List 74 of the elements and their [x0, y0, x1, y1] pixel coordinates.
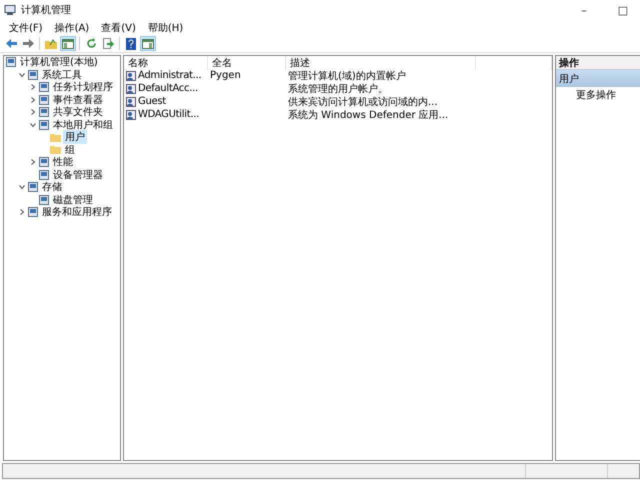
folder-icon	[50, 145, 61, 154]
column-header[interactable]: 描述	[286, 56, 476, 70]
chevron-icon[interactable]	[30, 84, 36, 90]
refresh-icon	[86, 38, 96, 49]
table-cell-text: 系统为 Windows Defender 应用...	[288, 108, 448, 122]
table-cell[interactable]: Administrat...	[138, 70, 202, 81]
toolbar-button[interactable]	[140, 36, 156, 51]
table-cell: Pygen	[210, 70, 241, 81]
window-control[interactable]: –	[567, 4, 601, 16]
folder-icon	[50, 132, 61, 142]
node-icon	[28, 70, 38, 80]
folder-icon	[45, 38, 57, 48]
forward-icon	[22, 39, 34, 48]
chevron-icon[interactable]	[30, 109, 36, 116]
tree-item[interactable]: 用户	[63, 130, 87, 144]
back-icon	[6, 39, 16, 48]
tree-item[interactable]: 本地用户和组	[51, 118, 115, 132]
column-header[interactable]: 全名	[208, 56, 286, 70]
toolbar-button[interactable]	[100, 36, 116, 51]
tree-item[interactable]: 服务和应用程序	[40, 205, 114, 220]
tree-item[interactable]: 性能	[51, 155, 75, 170]
node-icon	[28, 207, 38, 218]
actions-section[interactable]: 用户	[556, 70, 640, 87]
node-icon	[39, 157, 49, 168]
table-cell[interactable]: WDAGUtilit...	[138, 109, 199, 120]
chevron-icon[interactable]	[18, 184, 24, 190]
node-icon	[6, 57, 16, 68]
chevron-icon[interactable]	[30, 159, 36, 166]
column-header[interactable]: 名称	[124, 56, 208, 70]
action-pane-icon	[142, 38, 154, 48]
table-cell-text: 供来宾访问计算机或访问域的内...	[288, 96, 438, 108]
menu-item[interactable]: 文件(F)	[4, 20, 48, 34]
window-title: 计算机管理	[21, 4, 72, 17]
user-icon	[126, 110, 136, 120]
node-icon	[39, 170, 49, 180]
chevron-icon[interactable]	[30, 96, 36, 103]
chevron-icon[interactable]	[18, 209, 24, 216]
user-icon	[126, 70, 136, 80]
tree-item[interactable]: 任务计划程序	[51, 80, 115, 94]
tree-item[interactable]: 存储	[40, 180, 64, 194]
tree-item[interactable]: 计算机管理(本地)	[18, 56, 100, 70]
user-icon	[126, 84, 136, 94]
node-icon	[39, 120, 49, 130]
node-icon	[39, 194, 49, 205]
tree-item[interactable]: 系统工具	[40, 68, 84, 82]
tree-pane-icon	[62, 38, 74, 48]
node-icon	[39, 94, 49, 105]
tree-item[interactable]: 磁盘管理	[51, 192, 95, 207]
chevron-icon[interactable]	[18, 72, 24, 78]
table-cell[interactable]: DefaultAcc...	[138, 83, 198, 94]
help-icon	[126, 38, 136, 50]
table-cell-text: 管理计算机(域)的内置帐户	[288, 70, 406, 82]
node-icon	[39, 107, 49, 118]
action-link[interactable]: 更多操作	[556, 87, 640, 102]
table-cell[interactable]: Guest	[138, 96, 166, 107]
window-control[interactable]: □	[606, 4, 640, 16]
user-icon	[126, 96, 136, 106]
toolbar-button[interactable]	[60, 36, 76, 51]
node-icon	[39, 82, 49, 92]
menu-item[interactable]: 帮助(H)	[142, 20, 188, 34]
menu-item[interactable]: 操作(A)	[50, 20, 94, 34]
table-cell-text: 系统管理的用户帐户。	[288, 82, 388, 96]
app-icon	[4, 4, 16, 16]
actions-header: 操作	[556, 56, 640, 70]
toolbar-button[interactable]	[20, 36, 36, 51]
node-icon	[28, 182, 38, 192]
tree-item[interactable]: 设备管理器	[51, 168, 105, 182]
toolbar-button[interactable]	[123, 36, 139, 51]
chevron-icon[interactable]	[30, 122, 36, 128]
tree-item[interactable]: 共享文件夹	[51, 105, 105, 120]
tree-item[interactable]: 事件查看器	[51, 92, 105, 107]
export-icon	[102, 38, 114, 49]
tree-item[interactable]: 组	[63, 142, 77, 157]
menu-item[interactable]: 查看(V)	[96, 20, 141, 34]
